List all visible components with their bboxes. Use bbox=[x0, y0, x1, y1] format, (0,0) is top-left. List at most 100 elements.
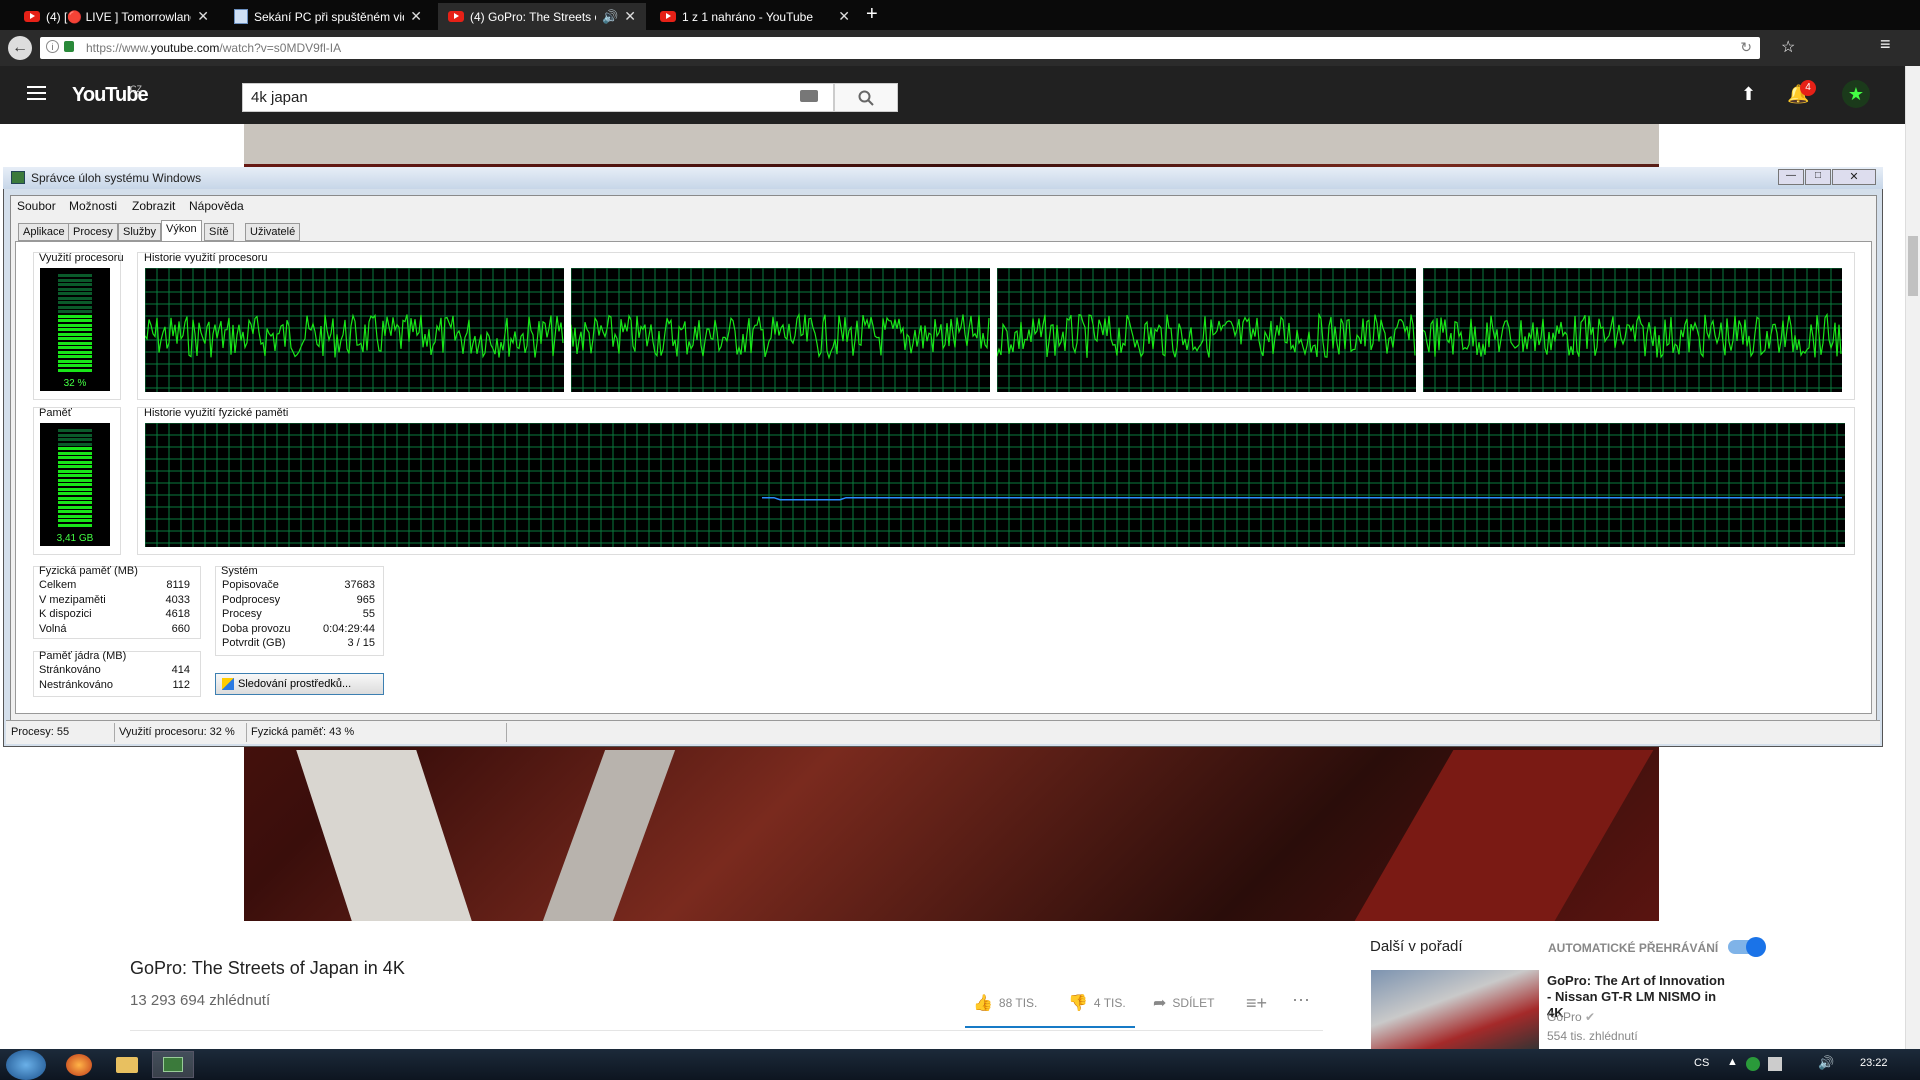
menu-file[interactable]: Soubor bbox=[17, 199, 56, 213]
task-manager-icon bbox=[163, 1057, 183, 1072]
shield-icon bbox=[222, 678, 234, 690]
system-header: Systém bbox=[221, 565, 258, 577]
autoplay-toggle[interactable] bbox=[1728, 937, 1766, 957]
tab-networking[interactable]: Sítě bbox=[204, 223, 234, 241]
start-button[interactable] bbox=[6, 1050, 46, 1080]
share-button[interactable]: ➦ SDÍLET bbox=[1153, 993, 1214, 1013]
search-input[interactable]: 4k japan bbox=[242, 83, 834, 112]
add-to-playlist-icon[interactable]: ≡+ bbox=[1246, 993, 1267, 1014]
resource-monitor-label: Sledování prostředků... bbox=[238, 678, 352, 690]
language-indicator[interactable]: CS bbox=[1694, 1057, 1709, 1069]
maximize-button[interactable]: □ bbox=[1805, 169, 1831, 185]
meter-segment bbox=[58, 460, 92, 464]
close-button[interactable]: ✕ bbox=[1832, 169, 1876, 185]
cpu-core-graph-2 bbox=[571, 268, 990, 392]
browser-tab-4[interactable]: 1 z 1 nahráno - YouTube ✕ bbox=[650, 3, 860, 30]
status-divider bbox=[506, 723, 507, 742]
keyboard-icon[interactable] bbox=[800, 90, 818, 102]
window-title: Správce úloh systému Windows bbox=[31, 171, 202, 185]
stat-value: 4618 bbox=[165, 608, 190, 621]
tab-services[interactable]: Služby bbox=[118, 223, 162, 241]
network-icon[interactable] bbox=[1768, 1057, 1782, 1071]
url-bar[interactable]: i https://www.youtube.com/watch?v=s0MDV9… bbox=[40, 37, 1760, 59]
folder-icon[interactable] bbox=[116, 1057, 138, 1073]
tab-applications[interactable]: Aplikace bbox=[18, 223, 70, 241]
tab-processes[interactable]: Procesy bbox=[68, 223, 118, 241]
youtube-icon bbox=[660, 11, 676, 22]
search-button[interactable] bbox=[834, 83, 898, 112]
resource-monitor-button[interactable]: Sledování prostředků... bbox=[215, 673, 384, 695]
firefox-icon[interactable] bbox=[66, 1054, 92, 1076]
speaker-icon[interactable]: 🔊 bbox=[602, 9, 618, 25]
cpu-usage-value: 32 % bbox=[63, 378, 87, 389]
cpu-usage-label: Využití procesoru bbox=[39, 252, 124, 264]
meter-segment bbox=[58, 337, 92, 340]
stat-value: 55 bbox=[362, 608, 375, 621]
memory-meter: 3,41 GB bbox=[40, 423, 110, 546]
close-icon[interactable]: ✕ bbox=[410, 8, 422, 25]
hamburger-icon[interactable] bbox=[27, 86, 46, 100]
meter-segment bbox=[58, 283, 92, 286]
next-video-thumbnail[interactable] bbox=[1371, 970, 1539, 1050]
like-count: 88 TIS. bbox=[998, 996, 1038, 1010]
browser-tab-3-active[interactable]: (4) GoPro: The Streets of 🔊 ✕ bbox=[438, 3, 646, 30]
menu-options[interactable]: Možnosti bbox=[69, 199, 117, 213]
tab-performance[interactable]: Výkon bbox=[161, 220, 202, 241]
tray-app-icon[interactable] bbox=[1746, 1057, 1760, 1071]
stat-value: 660 bbox=[171, 622, 190, 635]
clock[interactable]: 23:22 bbox=[1860, 1057, 1888, 1069]
tray-expand-icon[interactable]: ▲ bbox=[1727, 1056, 1738, 1068]
video-stripe bbox=[1354, 750, 1654, 921]
tab-users[interactable]: Uživatelé bbox=[245, 223, 301, 241]
upload-icon[interactable]: ⬆ bbox=[1741, 84, 1756, 105]
dislike-button[interactable]: 👎 4 TIS. bbox=[1068, 993, 1126, 1013]
minimize-button[interactable]: — bbox=[1778, 169, 1804, 185]
channel-name: GoPro bbox=[1547, 1010, 1582, 1024]
tab-title: (4) GoPro: The Streets of bbox=[470, 9, 597, 24]
menu-icon[interactable]: ≡ bbox=[1880, 34, 1891, 55]
scrollbar-thumb[interactable] bbox=[1908, 236, 1918, 296]
up-next-label: Další v pořadí bbox=[1370, 938, 1463, 955]
stat-row: Volná 660 bbox=[39, 623, 190, 637]
close-icon[interactable]: ✕ bbox=[838, 8, 850, 25]
lock-icon bbox=[64, 41, 74, 52]
stat-row: K dispozici 4618 bbox=[39, 608, 190, 622]
region-label: CZ bbox=[130, 84, 142, 94]
new-tab-button[interactable]: + bbox=[866, 3, 878, 26]
page-scrollbar[interactable] bbox=[1905, 66, 1920, 1049]
meter-segment bbox=[58, 487, 92, 491]
memory-usage-line bbox=[762, 496, 1842, 501]
star-icon[interactable]: ☆ bbox=[1781, 37, 1795, 57]
like-button[interactable]: 👍 88 TIS. bbox=[973, 993, 1037, 1013]
more-icon[interactable]: ⋯ bbox=[1292, 990, 1310, 1011]
meter-segment bbox=[58, 292, 92, 295]
info-icon[interactable]: i bbox=[46, 40, 59, 53]
meter-segment bbox=[58, 438, 92, 441]
meter-segment bbox=[58, 310, 92, 313]
meter-segment bbox=[58, 492, 92, 495]
meter-segment bbox=[58, 328, 92, 331]
browser-tab-2[interactable]: Sekání PC při spuštěném vid ✕ bbox=[224, 3, 432, 30]
close-icon[interactable]: ✕ bbox=[624, 8, 636, 25]
browser-tab-1[interactable]: (4) [🔴 LIVE ] Tomorrowland ✕ bbox=[14, 3, 219, 30]
next-video-views: 554 tis. zhlédnutí bbox=[1547, 1029, 1638, 1043]
volume-icon[interactable]: 🔊 bbox=[1818, 1055, 1834, 1071]
menu-help[interactable]: Nápověda bbox=[189, 199, 244, 213]
meter-segment bbox=[58, 350, 92, 354]
meter-segment bbox=[58, 483, 92, 486]
physical-memory-header: Fyzická paměť (MB) bbox=[39, 565, 138, 577]
taskbar-task-manager[interactable] bbox=[152, 1051, 194, 1078]
menu-view[interactable]: Zobrazit bbox=[132, 199, 175, 213]
meter-segment bbox=[58, 301, 92, 304]
stat-key: Doba provozu bbox=[222, 622, 291, 635]
meter-segment bbox=[58, 501, 92, 504]
stat-value: 8119 bbox=[166, 579, 190, 591]
task-manager-title-bar[interactable]: Správce úloh systému Windows — □ ✕ bbox=[3, 167, 1883, 189]
back-arrow-icon[interactable]: ← bbox=[8, 36, 32, 60]
memory-history-label: Historie využití fyzické paměti bbox=[144, 407, 289, 419]
close-icon[interactable]: ✕ bbox=[197, 8, 209, 25]
memory-label: Paměť bbox=[39, 407, 72, 419]
reload-icon[interactable]: ↻ bbox=[1740, 39, 1752, 56]
stat-value: 112 bbox=[172, 678, 190, 691]
avatar[interactable]: ★ bbox=[1842, 80, 1870, 108]
